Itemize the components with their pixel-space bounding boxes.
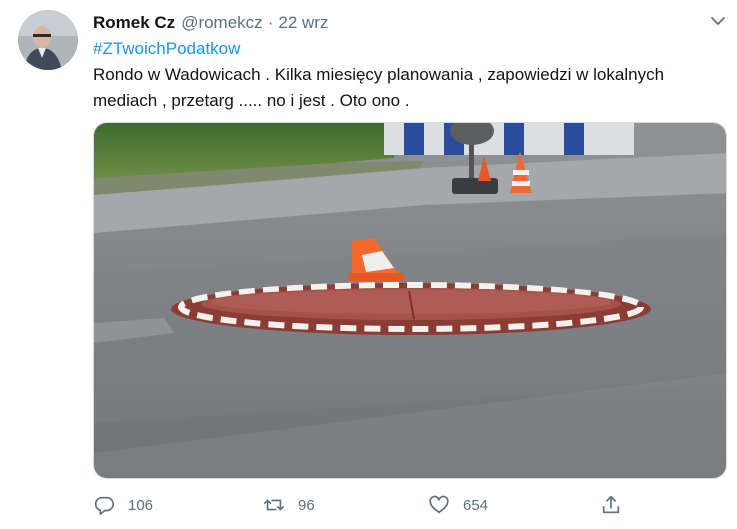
tweet: Romek Cz @romekcz · 22 wrz #ZTwoichPodat… (0, 0, 737, 529)
tweet-text: Rondo w Wadowicach . Kilka miesięcy plan… (93, 65, 665, 110)
retweet-arrows-icon (264, 499, 284, 511)
heart-icon (429, 495, 449, 514)
avatar-photo (18, 10, 78, 70)
tweet-header: Romek Cz @romekcz · 22 wrz (93, 12, 328, 34)
separator-dot: · (267, 13, 274, 32)
reply-count: 106 (128, 496, 154, 514)
tweet-date[interactable]: 22 wrz (278, 13, 328, 33)
hashtag-link[interactable]: #ZTwoichPodatkow (93, 39, 240, 59)
like-button[interactable]: 654 (428, 492, 488, 518)
like-count: 654 (463, 496, 489, 514)
tweet-actions: 106 96 654 (93, 492, 633, 518)
chevron-down-icon[interactable] (709, 12, 727, 30)
author-handle[interactable]: @romekcz (181, 13, 263, 33)
tweet-photo[interactable] (93, 122, 727, 479)
retweet-button[interactable]: 96 (263, 492, 315, 518)
retweet-count: 96 (298, 496, 315, 514)
author-name[interactable]: Romek Cz (93, 13, 175, 33)
roundabout-photo (94, 123, 726, 478)
avatar[interactable] (18, 10, 78, 70)
share-upload-icon (602, 495, 620, 514)
speech-bubble-icon (94, 496, 114, 515)
reply-button[interactable]: 106 (93, 492, 153, 518)
share-button[interactable] (600, 492, 622, 518)
